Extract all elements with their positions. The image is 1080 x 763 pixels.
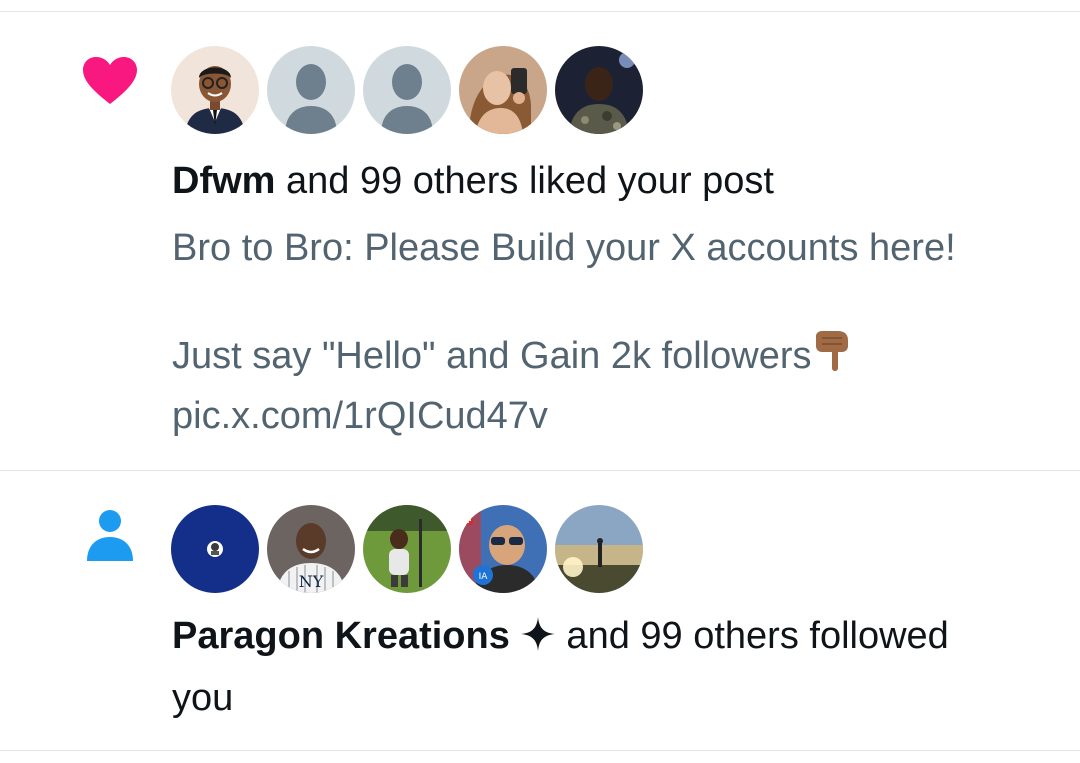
actor-name[interactable]: Dfwm [172, 160, 275, 202]
yankees-player-avatar[interactable]: NY [267, 505, 355, 593]
like-notification[interactable]: Dfwm and 99 others liked your post Bro t… [0, 12, 1080, 471]
cartoon-man-avatar[interactable] [171, 46, 259, 134]
avatar-row: NY IA [171, 505, 651, 593]
action-text: and 99 others followed [555, 615, 949, 657]
post-link[interactable]: pic.x.com/1rQICud47v [172, 389, 1052, 443]
svg-text:IA: IA [479, 572, 489, 582]
person-icon [86, 509, 134, 568]
action-text-continued: you [172, 677, 234, 719]
sunglasses-man-avatar[interactable]: IA [459, 505, 547, 593]
post-preview[interactable]: Bro to Bro: Please Build your X accounts… [172, 221, 1052, 443]
svg-text:NY: NY [299, 572, 324, 591]
like-headline: Dfwm and 99 others liked your post [172, 152, 1052, 210]
sparkle-icon [520, 611, 556, 669]
post-text-span: Just say "Hello" and Gain 2k followers [172, 335, 812, 377]
default-avatar[interactable] [267, 46, 355, 134]
divider [0, 750, 1080, 751]
actor-name[interactable]: Paragon Kreations [172, 615, 510, 657]
post-text-line: Just say "Hello" and Gain 2k followers [172, 329, 1052, 389]
follow-notification[interactable]: NY IA Paragon Kreations and 99 others fo… [0, 471, 1080, 751]
woman-selfie-avatar[interactable] [459, 46, 547, 134]
sunset-silhouette-avatar[interactable] [555, 505, 643, 593]
stadium-man-avatar[interactable] [363, 505, 451, 593]
heart-icon [82, 56, 138, 111]
avatar-row [171, 46, 651, 134]
pointing-down-hand-icon [812, 330, 852, 389]
man-night-avatar[interactable] [555, 46, 643, 134]
default-avatar[interactable] [363, 46, 451, 134]
post-blank-line [172, 275, 1052, 329]
follow-headline: Paragon Kreations and 99 others followed… [172, 607, 1052, 727]
post-text-line: Bro to Bro: Please Build your X accounts… [172, 227, 956, 269]
action-text: and 99 others liked your post [275, 160, 774, 202]
navy-logo-avatar[interactable] [171, 505, 259, 593]
